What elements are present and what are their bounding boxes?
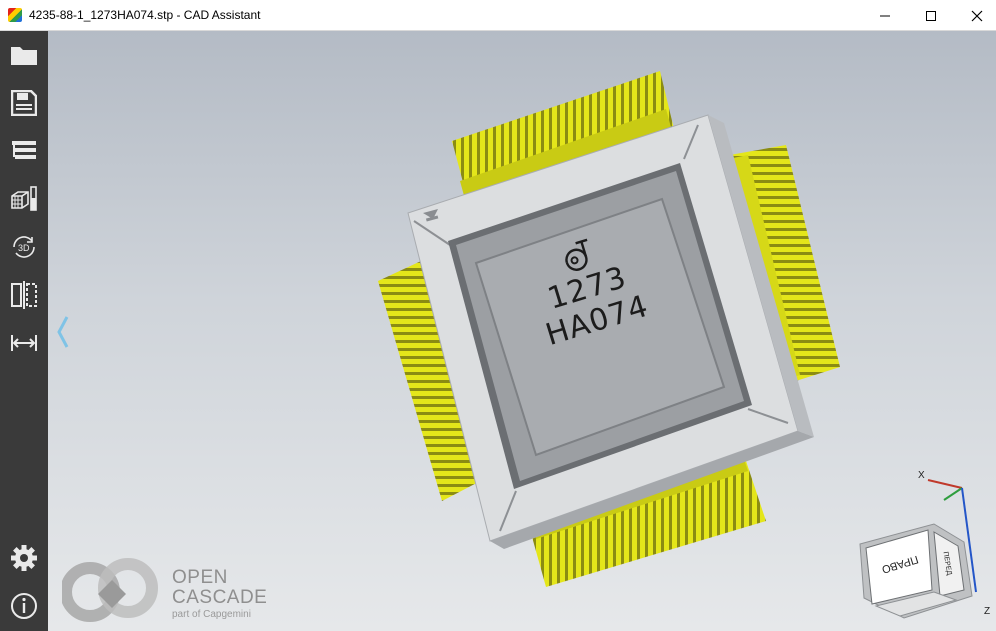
axis-y-line xyxy=(943,487,963,501)
logo-line-capgemini: part of Capgemini xyxy=(172,609,251,620)
measure-button[interactable] xyxy=(6,325,42,361)
open-cascade-logo-icon xyxy=(62,558,158,622)
close-button[interactable] xyxy=(954,0,996,31)
open-file-button[interactable] xyxy=(6,37,42,73)
svg-text:3D: 3D xyxy=(18,243,30,253)
save-icon xyxy=(11,90,37,116)
3d-view-button[interactable]: 3D xyxy=(6,229,42,265)
about-button[interactable] xyxy=(6,588,42,624)
folder-icon xyxy=(11,47,37,65)
clipping-button[interactable] xyxy=(6,277,42,313)
axis-x-line xyxy=(927,479,963,489)
model-tree-icon xyxy=(12,141,36,159)
3d-viewport[interactable]: 1273 HA074 OPEN CASCADE part of Capgemin… xyxy=(48,31,996,631)
minimize-button[interactable] xyxy=(862,0,908,31)
save-button[interactable] xyxy=(6,85,42,121)
view-cube-graphic xyxy=(859,479,977,619)
gear-icon xyxy=(11,545,37,571)
logo-line-open: OPEN xyxy=(172,567,228,588)
minimize-icon xyxy=(880,15,890,16)
info-icon xyxy=(11,593,37,619)
axis-x-label: X xyxy=(918,470,925,481)
view-mode-button[interactable] xyxy=(6,181,42,217)
measure-icon xyxy=(11,335,37,351)
maximize-icon xyxy=(926,10,936,21)
close-icon xyxy=(971,10,983,21)
title-bar: 4235-88-1_1273HA074.stp - CAD Assistant xyxy=(0,0,996,31)
3d-rotate-icon: 3D xyxy=(13,236,35,258)
logo-line-cascade: CASCADE xyxy=(172,587,268,608)
model-structure-button[interactable] xyxy=(6,133,42,169)
maximize-button[interactable] xyxy=(908,0,954,31)
view-cube[interactable]: ПРАВО ПЕРЕД X Z xyxy=(848,466,996,631)
open-cascade-logo: OPEN CASCADE part of Capgemini xyxy=(62,558,267,622)
axis-z-label: Z xyxy=(984,606,991,617)
settings-button[interactable] xyxy=(6,540,42,576)
sidebar: 3D xyxy=(0,31,48,631)
clipping-plane-icon xyxy=(11,281,37,309)
window-title: 4235-88-1_1273HA074.stp - CAD Assistant xyxy=(29,8,261,22)
view-mode-icon xyxy=(11,186,37,211)
app-icon xyxy=(8,8,22,22)
